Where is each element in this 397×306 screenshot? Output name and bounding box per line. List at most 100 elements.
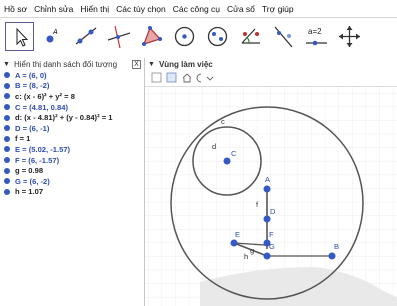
object-definition: d: (x - 4.81)² + (y - 0.84)² = 1	[15, 113, 113, 123]
menu-window[interactable]: Cửa sổ	[223, 4, 258, 14]
list-item[interactable]: A = (6, 0)	[0, 70, 144, 81]
object-definition: C = (4.81, 0.84)	[15, 102, 68, 112]
label-d: d	[212, 142, 216, 151]
point-icon: A	[46, 29, 58, 43]
slider-icon	[306, 40, 327, 46]
label-G: G	[269, 242, 275, 251]
ellipse-icon	[207, 26, 228, 47]
object-definition: A = (6, 0)	[15, 70, 47, 80]
slider-tool-button[interactable]: a=2	[302, 22, 331, 51]
visibility-toggle[interactable]	[4, 104, 10, 111]
object-definition: g = 0.98	[15, 166, 44, 176]
polygon-icon	[142, 26, 162, 46]
list-item[interactable]: D = (6, -1)	[0, 123, 144, 134]
object-definition: h = 1.07	[15, 187, 44, 197]
grid-toggle-icon	[166, 72, 177, 83]
circle-center-point-tool-button[interactable]	[170, 22, 199, 51]
visibility-toggle[interactable]	[4, 93, 10, 100]
object-definition: f = 1	[15, 134, 31, 144]
close-icon[interactable]: X	[132, 59, 141, 69]
conic-tool-button[interactable]	[203, 22, 232, 51]
graphics-style-bar	[145, 70, 397, 87]
toolbar: A a=2	[0, 18, 397, 59]
move-tool-button[interactable]	[5, 22, 34, 51]
label-C: C	[231, 149, 237, 158]
menu-options[interactable]: Các tùy chọn	[112, 4, 169, 14]
algebra-view-title: Hiển thị danh sách đối tượng	[13, 59, 118, 69]
visibility-toggle[interactable]	[4, 157, 10, 164]
object-definition: B = (8, -2)	[15, 81, 50, 91]
circle-with-center-icon	[174, 26, 195, 47]
graphics-view-header: ▼ Vùng làm việc	[145, 58, 397, 70]
point-B[interactable]	[328, 252, 336, 260]
object-definition: c: (x - 6)² + y² = 8	[15, 91, 75, 101]
graphics-view-title: Vùng làm việc	[158, 59, 213, 69]
label-c: c	[221, 117, 225, 126]
algebra-view: ▼ Hiển thị danh sách đối tượng X A = (6,…	[0, 58, 145, 306]
object-definition: E = (5.02, -1.57)	[15, 144, 71, 154]
angle-icon	[241, 28, 260, 44]
list-item[interactable]: g = 0.98	[0, 165, 144, 176]
collapse-arrow-icon[interactable]: ▼	[148, 61, 155, 68]
label-B: B	[334, 242, 339, 251]
visibility-toggle[interactable]	[4, 114, 10, 121]
visibility-toggle[interactable]	[4, 188, 10, 195]
algebra-list: A = (6, 0) B = (8, -2) c: (x - 6)² + y² …	[0, 70, 144, 197]
line-tool-button[interactable]	[71, 22, 100, 51]
view-options-icon	[196, 73, 202, 83]
label-E: E	[235, 230, 240, 239]
menu-view[interactable]: Hiển thị	[76, 4, 112, 14]
style-bar-icons	[151, 72, 214, 83]
point-tool-button[interactable]: A	[38, 22, 67, 51]
object-definition: D = (6, -1)	[15, 123, 50, 133]
list-item[interactable]: d: (x - 4.81)² + (y - 0.84)² = 1	[0, 112, 144, 123]
visibility-toggle[interactable]	[4, 146, 10, 153]
chevron-down-icon	[206, 76, 214, 81]
visibility-toggle[interactable]	[4, 167, 10, 174]
menu-help[interactable]: Trợ giúp	[258, 4, 297, 14]
label-D: D	[270, 207, 276, 216]
menu-bar: Hồ sơ Chỉnh sửa Hiển thị Các tùy chọn Cá…	[0, 0, 397, 18]
menu-edit[interactable]: Chỉnh sửa	[30, 4, 76, 14]
list-item[interactable]: E = (5.02, -1.57)	[0, 144, 144, 155]
label-A: A	[265, 175, 270, 184]
menu-file[interactable]: Hồ sơ	[0, 4, 30, 14]
object-definition: F = (6, -1.57)	[15, 155, 60, 165]
menu-tools[interactable]: Các công cụ	[169, 4, 223, 14]
visibility-toggle[interactable]	[4, 178, 10, 185]
reflect-tool-button[interactable]	[269, 22, 298, 51]
visibility-toggle[interactable]	[4, 82, 10, 89]
visibility-toggle[interactable]	[4, 135, 10, 142]
perpendicular-line-icon	[107, 25, 131, 49]
list-item[interactable]: G = (6, -2)	[0, 176, 144, 187]
list-item[interactable]: f = 1	[0, 134, 144, 145]
axes-toggle-icon	[151, 72, 162, 83]
collapse-arrow-icon[interactable]: ▼	[3, 61, 10, 68]
visibility-toggle[interactable]	[4, 72, 10, 79]
polygon-tool-button[interactable]	[137, 22, 166, 51]
move-arrows-icon	[339, 26, 360, 47]
list-item[interactable]: c: (x - 6)² + y² = 8	[0, 91, 144, 102]
point-E[interactable]	[230, 239, 238, 247]
list-item[interactable]: h = 1.07	[0, 187, 144, 198]
perpendicular-line-tool-button[interactable]	[104, 22, 133, 51]
graphics-view: ▼ Vùng làm việc c d C A f D F E g h G B	[145, 58, 397, 306]
list-item[interactable]: B = (8, -2)	[0, 81, 144, 92]
home-icon	[182, 73, 192, 83]
visibility-toggle[interactable]	[4, 125, 10, 132]
label-g: g	[250, 246, 254, 255]
list-item[interactable]: C = (4.81, 0.84)	[0, 102, 144, 113]
point-D[interactable]	[263, 215, 271, 223]
svg-text:A: A	[52, 29, 58, 36]
label-h: h	[244, 252, 248, 261]
angle-tool-button[interactable]	[236, 22, 265, 51]
point-G[interactable]	[263, 252, 271, 260]
point-C[interactable]	[223, 157, 231, 165]
algebra-view-header: ▼ Hiển thị danh sách đối tượng X	[0, 58, 144, 70]
point-A[interactable]	[263, 185, 271, 193]
line-through-points-icon	[75, 27, 97, 45]
list-item[interactable]: F = (6, -1.57)	[0, 155, 144, 166]
reflect-line-icon	[274, 26, 293, 48]
drawing-canvas[interactable]: c d C A f D F E g h G B	[145, 87, 397, 306]
move-graphics-view-tool-button[interactable]	[335, 22, 364, 51]
